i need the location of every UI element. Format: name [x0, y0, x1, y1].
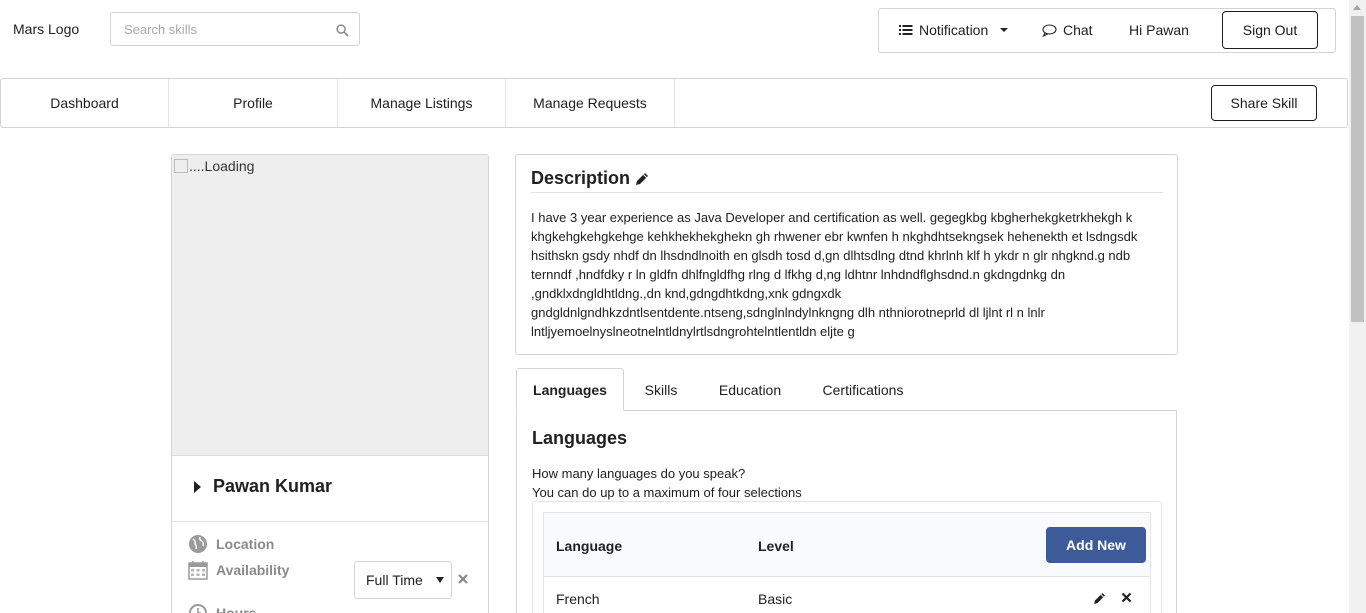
availability-value: Full Time	[366, 572, 423, 588]
scroll-up-icon[interactable]	[1353, 5, 1361, 10]
pencil-icon[interactable]	[634, 171, 650, 187]
tab-certifications[interactable]: Certifications	[813, 368, 913, 411]
nav-manage-requests[interactable]: Manage Requests	[506, 79, 675, 127]
dropdown-arrow-icon	[436, 577, 444, 583]
location-row: Location	[188, 534, 274, 554]
scrollbar-thumb[interactable]	[1351, 16, 1364, 322]
list-icon	[899, 25, 913, 35]
search-icon[interactable]	[336, 24, 349, 37]
tab-languages[interactable]: Languages	[516, 368, 624, 411]
languages-panel: Languages How many languages do you spea…	[516, 410, 1177, 613]
tab-skills[interactable]: Skills	[631, 368, 691, 411]
profile-card: ....Loading Pawan Kumar Location Availab…	[171, 154, 489, 613]
profile-name-toggle[interactable]: Pawan Kumar	[194, 476, 332, 497]
location-label: Location	[216, 536, 275, 552]
search-input[interactable]	[111, 13, 326, 45]
divider	[531, 192, 1163, 193]
languages-question: How many languages do you speak? You can…	[532, 464, 802, 502]
close-icon[interactable]	[457, 573, 469, 585]
languages-question-text: How many languages do you speak?	[532, 466, 746, 481]
tab-education[interactable]: Education	[710, 368, 790, 411]
languages-table: Language Level Add New French Basic	[532, 501, 1162, 613]
profile-image: ....Loading	[172, 155, 488, 456]
chevron-down-icon	[1000, 28, 1009, 32]
broken-image-icon	[174, 159, 188, 173]
search-box	[110, 12, 360, 46]
clock-icon	[189, 604, 207, 613]
availability-label: Availability	[216, 562, 290, 578]
profile-image-placeholder: ....Loading	[174, 158, 254, 174]
calendar-icon	[188, 561, 208, 580]
caret-right-icon	[194, 480, 201, 493]
close-icon[interactable]	[1121, 592, 1132, 603]
add-new-language-button[interactable]: Add New	[1046, 527, 1146, 563]
page-scrollbar[interactable]	[1349, 0, 1366, 613]
top-menu: Notification Chat Hi Pawan Sign Out	[878, 8, 1336, 53]
level-cell: Basic	[758, 591, 793, 607]
languages-hint: You can do up to a maximum of four selec…	[532, 485, 802, 500]
site-logo[interactable]: Mars Logo	[13, 21, 79, 37]
table-header: Language Level Add New	[543, 512, 1151, 576]
chat-link[interactable]: Chat	[1042, 22, 1093, 38]
hours-label: Hours	[216, 605, 257, 613]
language-cell: French	[556, 591, 600, 607]
profile-tabs: Languages Skills Education Certification…	[516, 368, 1177, 411]
chat-label: Chat	[1063, 22, 1093, 38]
sign-out-button[interactable]: Sign Out	[1222, 11, 1318, 49]
share-skill-button[interactable]: Share Skill	[1211, 85, 1317, 121]
nav-dashboard[interactable]: Dashboard	[1, 79, 169, 127]
image-alt-text: ....Loading	[189, 158, 255, 174]
chat-icon	[1042, 23, 1057, 37]
availability-select[interactable]: Full Time	[354, 561, 452, 599]
description-header: Description	[531, 168, 650, 189]
notification-label: Notification	[919, 22, 989, 38]
description-title: Description	[531, 168, 631, 188]
notification-dropdown[interactable]: Notification	[899, 22, 1009, 38]
column-language: Language	[556, 538, 623, 554]
divider	[172, 521, 488, 522]
column-level: Level	[758, 538, 794, 554]
pencil-icon[interactable]	[1093, 591, 1107, 605]
description-card: Description I have 3 year experience as …	[515, 154, 1178, 355]
user-greeting: Hi Pawan	[1129, 22, 1189, 38]
main-nav: Dashboard Profile Manage Listings Manage…	[0, 78, 1348, 128]
profile-name: Pawan Kumar	[213, 476, 333, 496]
nav-manage-listings[interactable]: Manage Listings	[338, 79, 506, 127]
hours-row: Hours	[188, 603, 256, 613]
description-text: I have 3 year experience as Java Develop…	[531, 210, 1138, 339]
globe-icon	[189, 535, 207, 553]
nav-profile[interactable]: Profile	[169, 79, 338, 127]
table-row: French Basic	[543, 576, 1151, 613]
availability-row: Availability	[188, 560, 289, 580]
languages-title: Languages	[532, 428, 628, 448]
